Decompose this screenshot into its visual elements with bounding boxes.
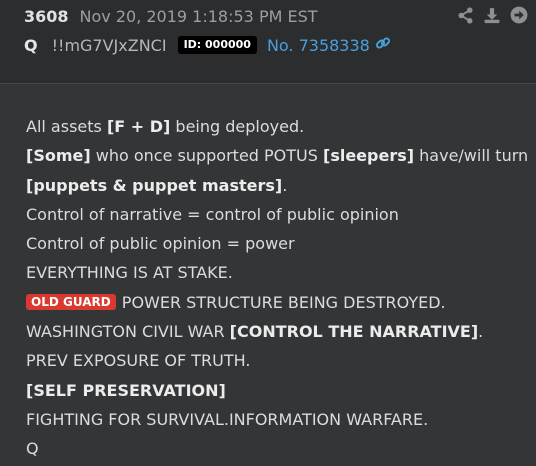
link-icon[interactable] xyxy=(375,35,391,55)
id-badge: ID: 000000 xyxy=(177,36,257,54)
old-guard-badge: OLD GUARD xyxy=(26,293,116,310)
bold-span: [SELF PRESERVATION] xyxy=(26,380,226,400)
post-line: [Some] who once supported POTUS [sleeper… xyxy=(26,141,531,170)
text-span: who once supported POTUS xyxy=(90,146,323,166)
post-header: 3608 Nov 20, 2019 1:18:53 PM EST Q !!mG7… xyxy=(0,0,536,84)
post-number: 3608 xyxy=(24,6,69,26)
share-icon[interactable] xyxy=(457,6,474,24)
bold-span: [F + D] xyxy=(106,117,171,136)
tripcode: !!mG7VJxZNCI xyxy=(51,35,167,55)
bold-span: [sleepers] xyxy=(323,146,415,166)
text-span: POWER STRUCTURE BEING DESTROYED. xyxy=(116,292,446,312)
post-actions xyxy=(457,6,528,24)
text-span: . xyxy=(282,175,288,195)
arrow-right-circle-icon[interactable] xyxy=(510,6,528,24)
bold-span: [Some] xyxy=(26,146,91,166)
post-body: All assets [F + D] being deployed. [Some… xyxy=(26,112,531,464)
post-link[interactable]: No. 7358338 xyxy=(267,35,391,55)
post-line: OLD GUARD POWER STRUCTURE BEING DESTROYE… xyxy=(26,288,531,317)
post-date: Nov 20, 2019 1:18:53 PM EST xyxy=(79,6,318,26)
author-name: Q xyxy=(24,35,38,55)
author-row: Q !!mG7VJxZNCI ID: 000000 No. 7358338 xyxy=(24,34,391,56)
text-span: have/will turn xyxy=(414,146,529,166)
text-span: . xyxy=(478,322,484,342)
post-line: Control of public opinion = power xyxy=(26,234,295,254)
text-span: All assets xyxy=(26,117,107,136)
bold-span: [puppets & puppet masters] xyxy=(26,175,283,195)
post-signature: Q xyxy=(26,439,39,459)
post-line: [puppets & puppet masters]. xyxy=(26,171,531,200)
bold-span: [CONTROL THE NARRATIVE] xyxy=(229,322,479,342)
post-link-label[interactable]: No. 7358338 xyxy=(267,36,370,55)
post-line: WASHINGTON CIVIL WAR [CONTROL THE NARRAT… xyxy=(26,317,531,346)
text-span: WASHINGTON CIVIL WAR xyxy=(26,322,230,342)
post-line: EVERYTHING IS AT STAKE. xyxy=(26,263,233,283)
post-line: Control of narrative = control of public… xyxy=(26,204,399,224)
post-line: [SELF PRESERVATION] xyxy=(26,376,531,405)
post-line: All assets [F + D] being deployed. xyxy=(26,112,531,141)
post-meta-row: 3608 Nov 20, 2019 1:18:53 PM EST xyxy=(24,5,318,27)
download-icon[interactable] xyxy=(483,7,501,24)
text-span: being deployed. xyxy=(170,117,305,136)
post-line: PREV EXPOSURE OF TRUTH. xyxy=(26,351,251,371)
post-line: FIGHTING FOR SURVIVAL.INFORMATION WARFAR… xyxy=(26,409,429,429)
